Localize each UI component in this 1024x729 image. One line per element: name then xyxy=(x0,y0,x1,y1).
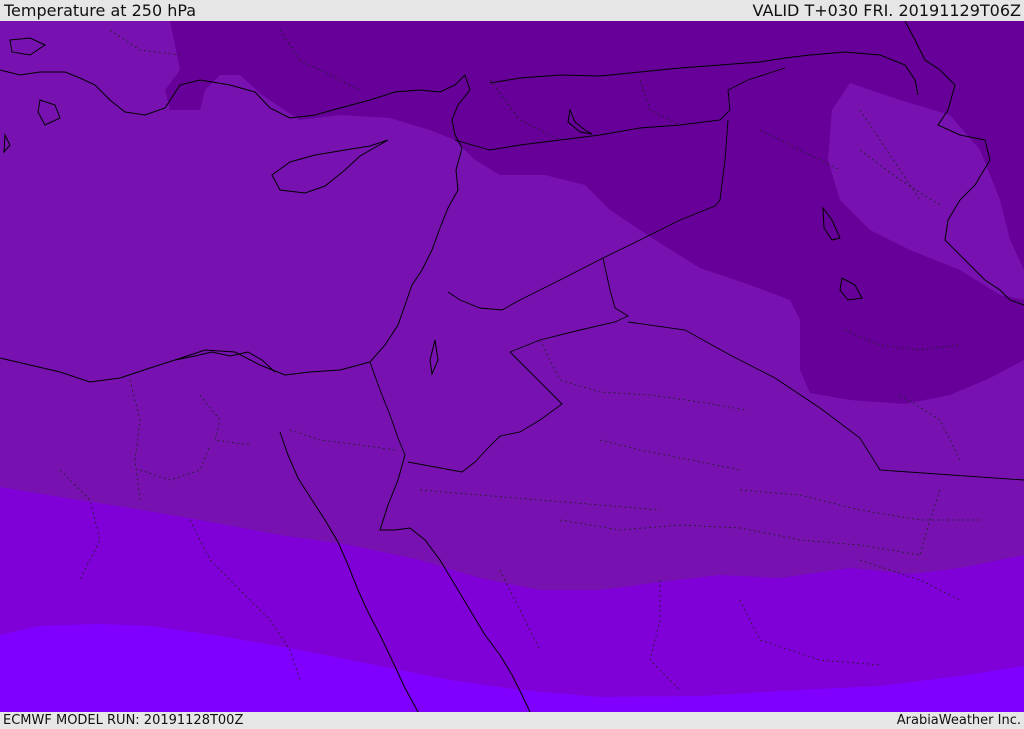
temperature-map xyxy=(0,21,1024,712)
map-footer: ECMWF MODEL RUN: 20191128T00Z ArabiaWeat… xyxy=(0,712,1024,729)
map-canvas xyxy=(0,21,1024,712)
model-run: ECMWF MODEL RUN: 20191128T00Z xyxy=(3,713,244,728)
map-title: Temperature at 250 hPa xyxy=(4,1,197,20)
map-header: Temperature at 250 hPa VALID T+030 FRI. … xyxy=(0,0,1024,21)
valid-time: VALID T+030 FRI. 20191129T06Z xyxy=(752,1,1021,20)
credit: ArabiaWeather Inc. xyxy=(896,713,1021,728)
